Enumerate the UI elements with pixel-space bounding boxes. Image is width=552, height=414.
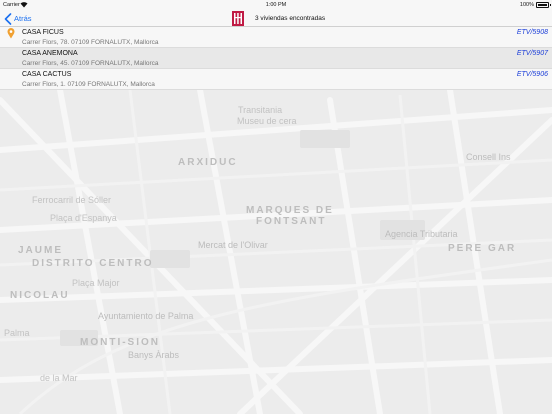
map-label: Ferrocarril de Sóller bbox=[32, 195, 112, 205]
map-label: Agencia Tributaria bbox=[385, 229, 458, 239]
clock: 1:00 PM bbox=[265, 2, 287, 8]
chevron-left-icon bbox=[4, 12, 12, 25]
navigation-bar: Atrás 3 viviendas encontradas bbox=[0, 10, 552, 27]
listing-code: ETV/5908 bbox=[516, 29, 548, 36]
map-label: MONTI-SION bbox=[80, 337, 160, 348]
map-label: DISTRITO CENTRO bbox=[32, 258, 154, 269]
listing-name: CASA ANEMONA bbox=[22, 50, 78, 57]
map-label: JAUME bbox=[18, 245, 64, 256]
back-button[interactable]: Atrás bbox=[4, 12, 32, 25]
brand-logo bbox=[232, 11, 244, 26]
listing-address: Carrer Flors, 45. 07109 FORNALUTX, Mallo… bbox=[22, 60, 159, 67]
listing-code: ETV/5906 bbox=[516, 71, 548, 78]
listing-code: ETV/5907 bbox=[516, 50, 548, 57]
map-label: Consell Ins bbox=[466, 152, 511, 162]
listing-address: Carrer Flors, 78. 07109 FORNALUTX, Mallo… bbox=[22, 39, 159, 46]
map-label: ARXIDUC bbox=[178, 157, 238, 168]
map-label: MARQUES DE bbox=[246, 205, 334, 216]
listing-name: CASA CACTUS bbox=[22, 71, 72, 78]
list-item[interactable]: CASA CACTUS Carrer Flors, 1. 07109 FORNA… bbox=[0, 69, 552, 90]
battery-percent: 100% bbox=[519, 2, 534, 8]
map-label: Banys Àrabs bbox=[128, 350, 180, 360]
map-label: Museu de cera bbox=[237, 116, 297, 126]
map-label: NICOLAU bbox=[10, 290, 70, 301]
back-label: Atrás bbox=[14, 14, 32, 23]
status-bar: Carrier 1:00 PM 100% bbox=[0, 0, 552, 10]
list-item[interactable]: CASA FICUS Carrer Flors, 78. 07109 FORNA… bbox=[0, 27, 552, 48]
page-title: 3 viviendas encontradas bbox=[255, 15, 326, 22]
map-label: Plaça Major bbox=[72, 278, 120, 288]
map-label: Mercat de l'Olivar bbox=[198, 240, 268, 250]
listing-name: CASA FICUS bbox=[22, 29, 64, 36]
listing-address: Carrer Flors, 1. 07109 FORNALUTX, Mallor… bbox=[22, 81, 155, 88]
map-label: Palma bbox=[4, 328, 30, 338]
map-label: PERE GAR bbox=[448, 243, 517, 254]
battery-icon bbox=[536, 2, 551, 8]
map-pin-icon bbox=[7, 28, 15, 39]
map-label: Plaça d'Espanya bbox=[50, 213, 117, 223]
map-label: Ayuntamiento de Palma bbox=[98, 311, 194, 321]
list-item[interactable]: CASA ANEMONA Carrer Flors, 45. 07109 FOR… bbox=[0, 48, 552, 69]
map-label: de la Mar bbox=[40, 373, 78, 383]
map-label: FONTSANT bbox=[256, 216, 327, 227]
results-list: CASA FICUS Carrer Flors, 78. 07109 FORNA… bbox=[0, 27, 552, 90]
map-label: Transitania bbox=[238, 105, 283, 115]
